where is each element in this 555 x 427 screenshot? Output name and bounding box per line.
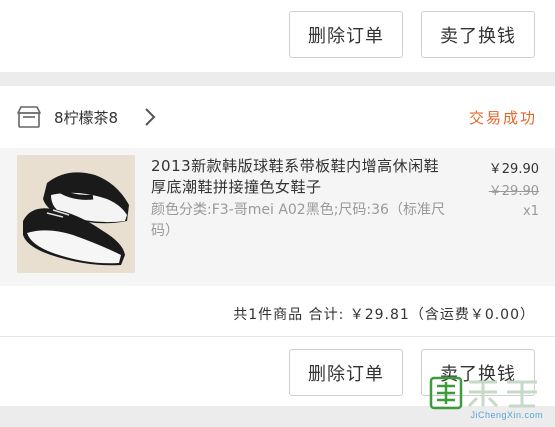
product-spec: 颜色分类:F3-哥mei A02黑色;尺码:36（标准尺码） — [151, 202, 445, 239]
store-header[interactable]: 8柠檬茶8 交易成功 — [0, 86, 555, 148]
divider — [0, 336, 555, 337]
product-thumbnail[interactable] — [17, 155, 135, 273]
chevron-right-icon[interactable] — [142, 106, 158, 128]
sell-for-cash-button[interactable]: 卖了换钱 — [421, 11, 535, 58]
watermark-logo — [429, 376, 537, 410]
order-item[interactable]: 2013新款韩版球鞋系带板鞋内增高休闲鞋厚底潮鞋拼接撞色女鞋子 颜色分类:F3-… — [0, 148, 555, 286]
order-status: 交易成功 — [468, 109, 537, 127]
store-name[interactable]: 8柠檬茶8 — [54, 107, 118, 128]
store-icon — [17, 106, 41, 128]
order-card: 8柠檬茶8 交易成功 2013新款韩版球鞋系带板鞋内增高休闲鞋厚底潮鞋拼接撞色女… — [0, 86, 555, 406]
top-action-bar: 删除订单 卖了换钱 — [0, 0, 555, 72]
product-quantity: x1 — [523, 204, 539, 219]
order-summary: 共1件商品 合计: ￥29.81（含运费￥0.00） — [233, 307, 535, 323]
product-original-price: ￥29.90 — [488, 184, 539, 199]
watermark-url: JiChengXin.com — [470, 410, 543, 420]
delete-order-button[interactable]: 删除订单 — [289, 11, 403, 58]
product-title[interactable]: 2013新款韩版球鞋系带板鞋内增高休闲鞋厚底潮鞋拼接撞色女鞋子 — [151, 156, 451, 198]
delete-order-button[interactable]: 删除订单 — [289, 349, 403, 396]
watermark: JiChengXin.com — [427, 376, 547, 424]
product-price: ￥29.90 — [488, 162, 539, 177]
